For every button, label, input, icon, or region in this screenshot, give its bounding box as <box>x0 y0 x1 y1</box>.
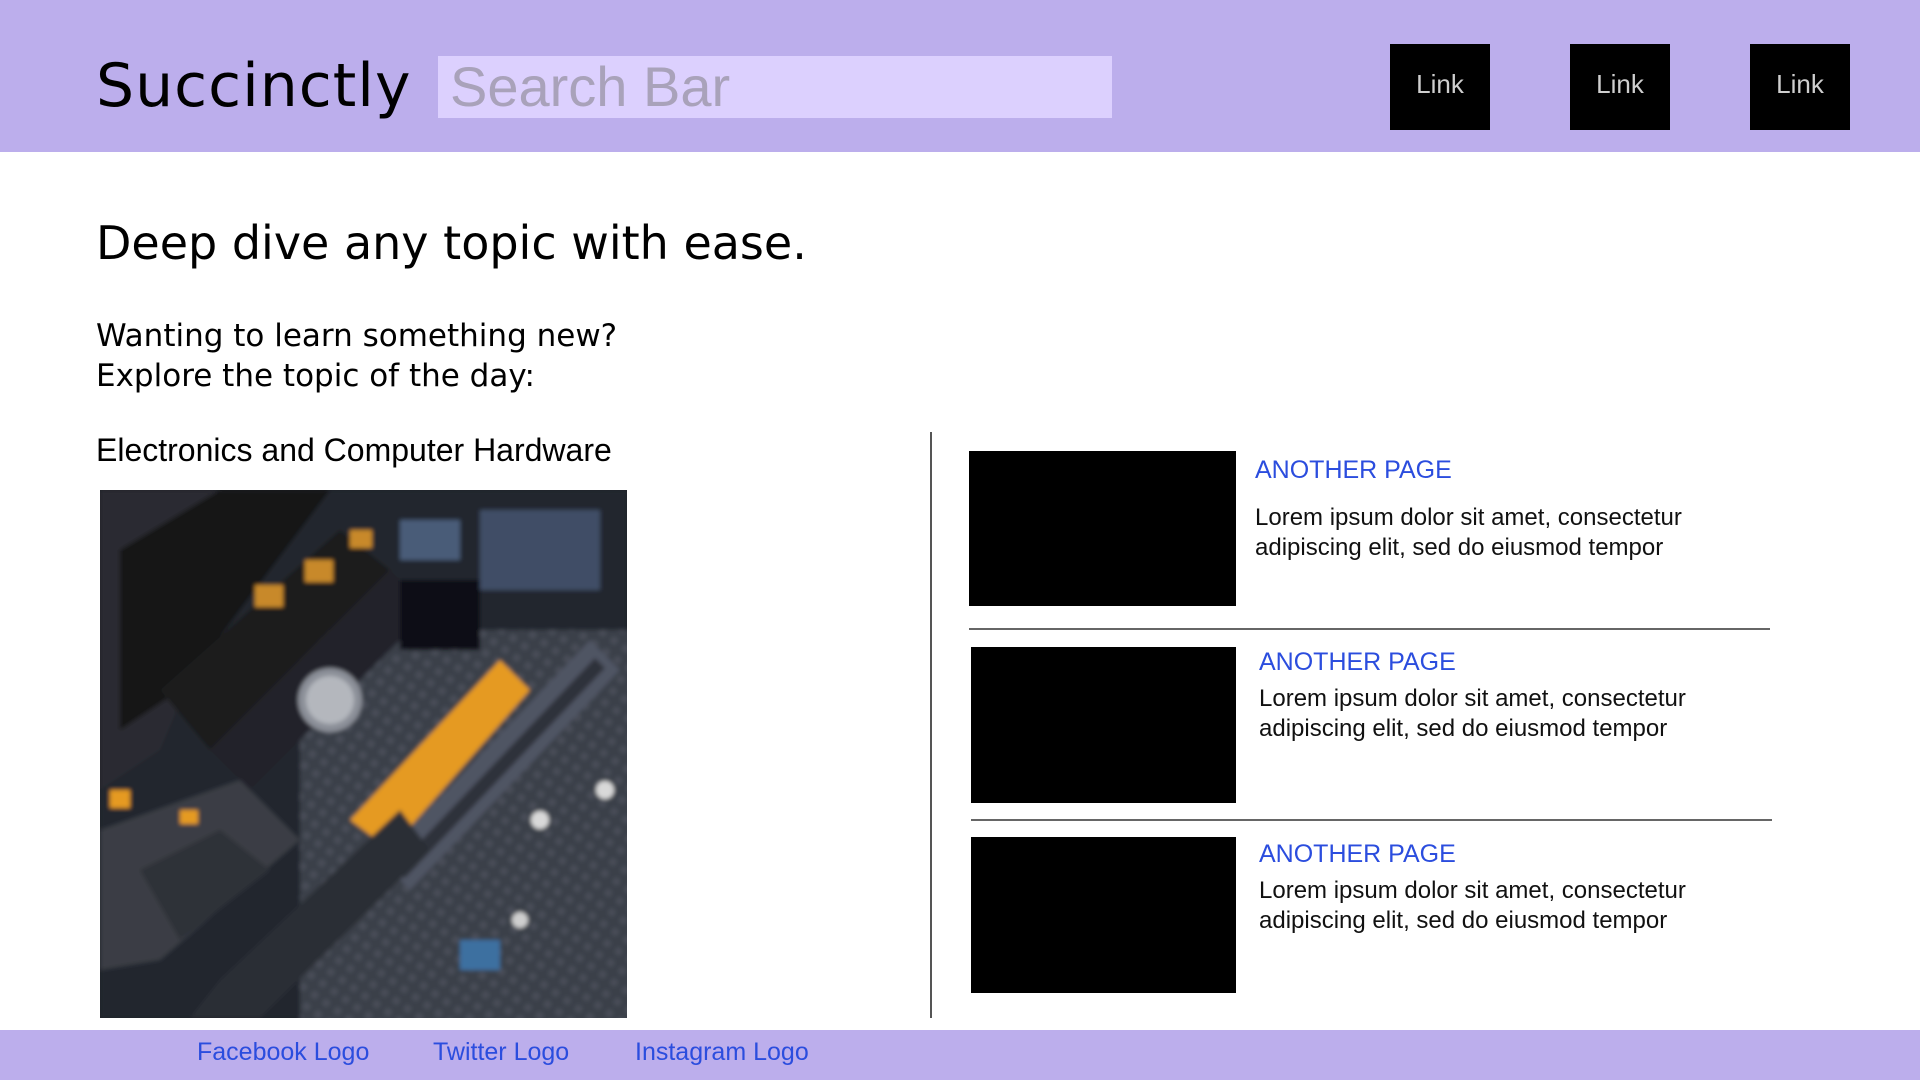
card-2-text-line-1: Lorem ipsum dolor sit amet, consectetur <box>1259 685 1686 712</box>
nav-link-3[interactable]: Link <box>1750 44 1850 130</box>
content-divider <box>930 432 932 1018</box>
card-1-thumbnail[interactable] <box>969 451 1236 606</box>
card-divider-2 <box>971 819 1772 821</box>
intro-line-2: Explore the topic of the day: <box>96 358 535 394</box>
card-1-text-line-2: adipiscing elit, sed do eiusmod tempor <box>1255 534 1664 561</box>
card-2-description: Lorem ipsum dolor sit amet, consectetur … <box>1259 684 1779 744</box>
nav-link-1[interactable]: Link <box>1390 44 1490 130</box>
motherboard-photo <box>100 490 627 1018</box>
card-3-description: Lorem ipsum dolor sit amet, consectetur … <box>1259 876 1779 936</box>
card-3-text-line-1: Lorem ipsum dolor sit amet, consectetur <box>1259 877 1686 904</box>
card-2-text-line-2: adipiscing elit, sed do eiusmod tempor <box>1259 715 1668 742</box>
card-1-link[interactable]: ANOTHER PAGE <box>1255 455 1452 485</box>
page-headline: Deep dive any topic with ease. <box>96 216 807 270</box>
topic-of-day-title[interactable]: Electronics and Computer Hardware <box>96 430 612 470</box>
card-2-thumbnail[interactable] <box>971 647 1236 803</box>
twitter-logo-link[interactable]: Twitter Logo <box>433 1037 569 1067</box>
card-3-thumbnail[interactable] <box>971 837 1236 993</box>
nav-link-2[interactable]: Link <box>1570 44 1670 130</box>
search-input[interactable] <box>438 56 1112 118</box>
card-divider-1 <box>969 628 1770 630</box>
intro-text: Wanting to learn something new? Explore … <box>96 316 617 396</box>
intro-line-1: Wanting to learn something new? <box>96 318 618 354</box>
card-1-text-line-1: Lorem ipsum dolor sit amet, consectetur <box>1255 504 1682 531</box>
card-1-description: Lorem ipsum dolor sit amet, consectetur … <box>1255 503 1775 563</box>
brand-logo-text[interactable]: Succinctly <box>96 50 411 122</box>
card-3-text-line-2: adipiscing elit, sed do eiusmod tempor <box>1259 907 1668 934</box>
instagram-logo-link[interactable]: Instagram Logo <box>635 1037 809 1067</box>
card-2-link[interactable]: ANOTHER PAGE <box>1259 647 1456 677</box>
facebook-logo-link[interactable]: Facebook Logo <box>197 1037 369 1067</box>
topic-image-motherboard[interactable] <box>100 490 627 1018</box>
card-3-link[interactable]: ANOTHER PAGE <box>1259 839 1456 869</box>
